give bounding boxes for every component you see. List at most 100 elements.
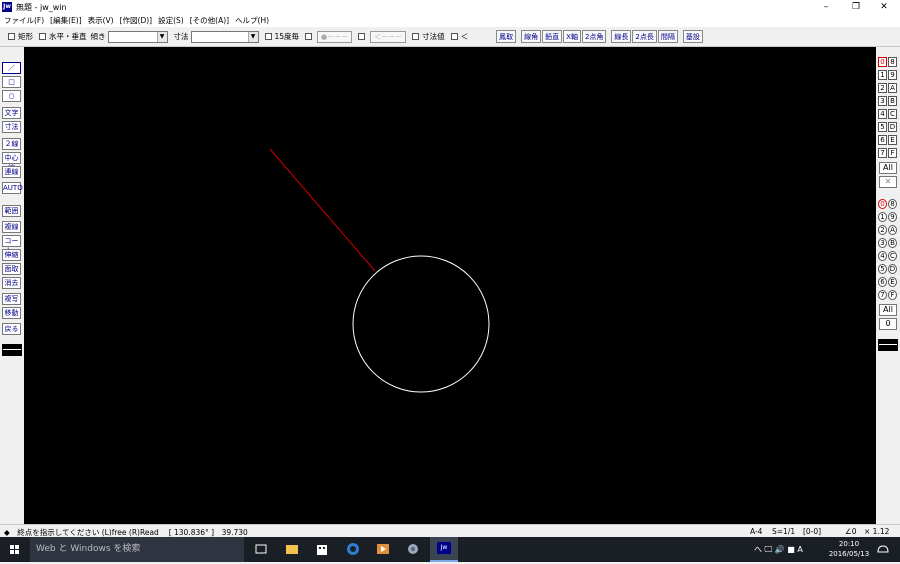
layer-button-0[interactable]: 0 [878, 57, 887, 67]
notification-icon[interactable] [876, 542, 890, 556]
minimize-button[interactable]: – [812, 0, 840, 14]
toolbar-button-3[interactable]: X軸 [563, 30, 581, 43]
deg15-checkbox[interactable] [264, 33, 272, 40]
layer-button-4[interactable]: 4 [878, 109, 887, 119]
toolbar-button-8[interactable]: 基設 [682, 30, 703, 43]
menu-settings[interactable]: 設定(S) [158, 15, 184, 26]
drawing-canvas[interactable] [24, 47, 876, 524]
jw-win-taskbar-button[interactable]: Jw [430, 537, 458, 562]
media-player-icon[interactable] [376, 542, 390, 556]
line-type-indicator[interactable] [2, 344, 22, 356]
layer-line-indicator[interactable] [878, 339, 898, 351]
layer-button-6[interactable]: 6 [878, 135, 887, 145]
toolbar-button-1[interactable]: 線角 [521, 30, 542, 43]
tool-center-line[interactable]: 中心線 [2, 152, 21, 172]
tool-double-line[interactable]: ２線 [2, 138, 21, 150]
gray2-checkbox[interactable] [358, 33, 366, 40]
arrow-checkbox[interactable] [450, 33, 458, 40]
layer-button-7[interactable]: 7 [878, 148, 887, 158]
layer-all-button[interactable]: All [879, 162, 897, 174]
group-button-f[interactable]: F [888, 290, 897, 300]
dimval-checkbox[interactable] [412, 33, 420, 40]
pinned-app-icon[interactable] [406, 542, 420, 556]
toolbar-button-4[interactable]: 2点角 [581, 30, 607, 43]
layer-cross-button[interactable]: ✕ [879, 176, 897, 188]
layer-button-9[interactable]: 9 [888, 70, 897, 80]
layer-button-a[interactable]: A [888, 83, 897, 93]
toolbar-button-0[interactable]: 鳳取 [496, 30, 517, 43]
task-view-icon[interactable] [254, 542, 268, 556]
menu-file[interactable]: ファイル(F) [4, 15, 44, 26]
menu-help[interactable]: ヘルプ(H) [235, 15, 269, 26]
layer-button-d[interactable]: D [888, 122, 897, 132]
slope-combo[interactable]: ▼ [107, 30, 168, 43]
group-button-3[interactable]: 3 [878, 238, 887, 248]
tool-move[interactable]: 移動 [2, 307, 21, 319]
system-tray[interactable]: へ 🖵 🔊 ■ A [754, 537, 803, 562]
group-button-a[interactable]: A [888, 225, 897, 235]
group-button-c[interactable]: C [888, 251, 897, 261]
toolbar-button-7[interactable]: 間隔 [657, 30, 678, 43]
drawn-circle[interactable] [352, 255, 490, 393]
layer-button-b[interactable]: B [888, 96, 897, 106]
status-angle[interactable]: ∠0 [845, 527, 857, 536]
group-button-e[interactable]: E [888, 277, 897, 287]
layer-button-5[interactable]: 5 [878, 122, 887, 132]
store-icon[interactable] [315, 542, 329, 556]
tool-corner[interactable]: コーナー [2, 235, 21, 255]
layer-button-1[interactable]: 1 [878, 70, 887, 80]
menu-view[interactable]: 表示(V) [88, 15, 114, 26]
layer-button-c[interactable]: C [888, 109, 897, 119]
hv-checkbox[interactable] [39, 33, 46, 40]
status-scale[interactable]: S=1/1 [772, 527, 795, 536]
toolbar-button-2[interactable]: 鉛直 [542, 30, 563, 43]
group-button-4[interactable]: 4 [878, 251, 887, 261]
group-button-5[interactable]: 5 [878, 264, 887, 274]
file-explorer-icon[interactable] [285, 542, 299, 556]
menu-draw[interactable]: [作図(D)] [120, 15, 152, 26]
tool-circle[interactable]: ○ [2, 90, 21, 102]
group-button-8[interactable]: 8 [888, 199, 897, 209]
layer-button-f[interactable]: F [888, 148, 897, 158]
tool-text[interactable]: 文字 [2, 107, 21, 119]
tool-stretch[interactable]: 伸縮 [2, 249, 21, 261]
layer-button-2[interactable]: 2 [878, 83, 887, 93]
tool-offset[interactable]: 複線 [2, 221, 21, 233]
status-layer[interactable]: [0-0] [803, 527, 821, 536]
group-button-7[interactable]: 7 [878, 290, 887, 300]
start-button[interactable] [0, 537, 30, 562]
group-button-1[interactable]: 1 [878, 212, 887, 222]
gray-field-2[interactable]: ＜－－－ [370, 30, 407, 43]
search-input[interactable]: Web と Windows を検索 [30, 537, 244, 562]
tool-chamfer[interactable]: 面取 [2, 263, 21, 275]
gray1-checkbox[interactable] [305, 33, 313, 40]
group-button-d[interactable]: D [888, 264, 897, 274]
group-button-b[interactable]: B [888, 238, 897, 248]
tool-connect-line[interactable]: 連線 [2, 166, 21, 178]
dim-combo[interactable]: ▼ [190, 30, 259, 43]
group-all-button[interactable]: All [879, 304, 897, 316]
group-button-6[interactable]: 6 [878, 277, 887, 287]
menu-edit[interactable]: [編集(E)] [50, 15, 81, 26]
gray-field-1[interactable]: ●－－－ [317, 30, 353, 43]
layer-button-3[interactable]: 3 [878, 96, 887, 106]
close-button[interactable]: ✕ [870, 0, 898, 14]
menu-other[interactable]: [その他(A)] [190, 15, 229, 26]
maximize-button[interactable]: ❐ [842, 0, 870, 14]
tool-line[interactable]: ／ [2, 62, 21, 74]
tool-auto[interactable]: AUTO [2, 182, 23, 194]
tool-undo[interactable]: 戻る [2, 323, 21, 335]
tool-copy[interactable]: 複写 [2, 293, 21, 305]
taskbar-clock[interactable]: 20:10 2016/05/13 [827, 539, 871, 559]
toolbar-button-5[interactable]: 線長 [611, 30, 632, 43]
layer-button-e[interactable]: E [888, 135, 897, 145]
tool-rect[interactable]: □ [2, 76, 21, 88]
tool-range[interactable]: 範囲 [2, 205, 21, 217]
group-zero-button[interactable]: 0 [879, 318, 897, 330]
tool-erase[interactable]: 消去 [2, 277, 21, 289]
group-button-2[interactable]: 2 [878, 225, 887, 235]
group-button-9[interactable]: 9 [888, 212, 897, 222]
tool-dim[interactable]: 寸法 [2, 121, 21, 133]
rect-checkbox[interactable] [8, 33, 15, 40]
status-zoom[interactable]: × 1.12 [864, 527, 889, 536]
